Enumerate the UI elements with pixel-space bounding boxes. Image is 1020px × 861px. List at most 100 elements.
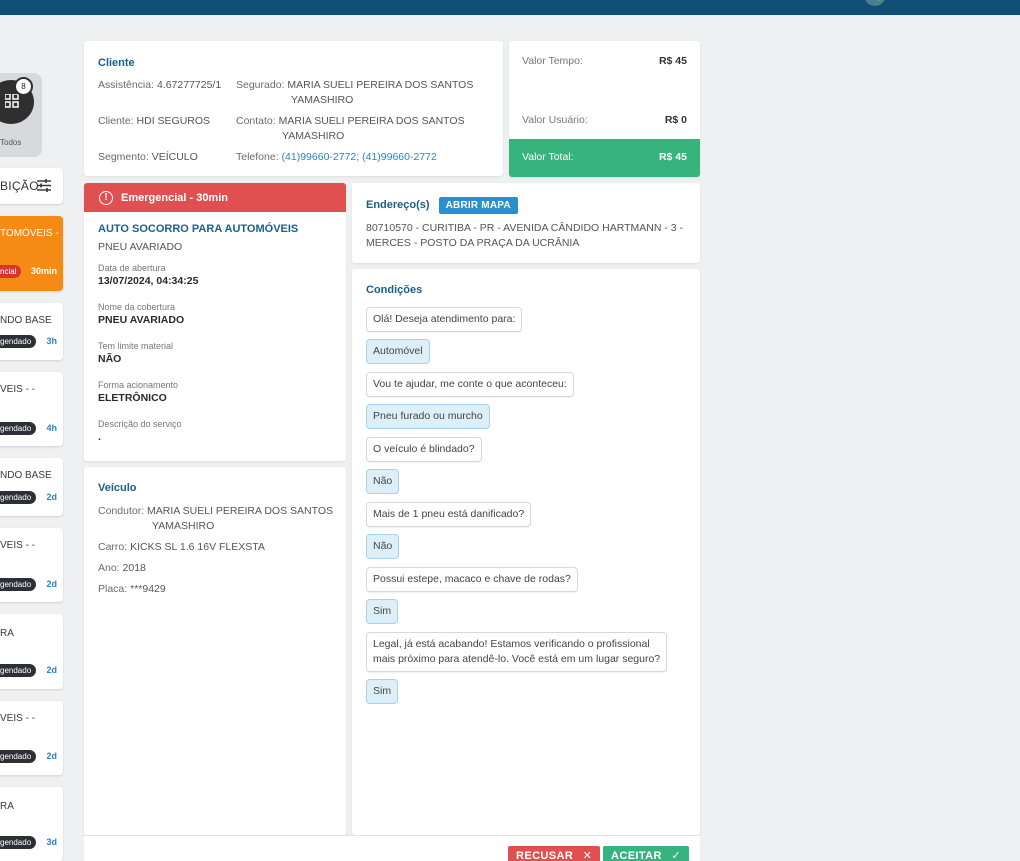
list-item-title: VEIS - -: [0, 384, 36, 395]
placa-field: Placa: ***9429: [98, 583, 166, 595]
list-item-time: 3d: [46, 837, 57, 847]
carro-field: Carro: KICKS SL 1.6 16V FLEXSTA: [98, 541, 265, 553]
telefone-link[interactable]: (41)99660-2772; (41)99660-2772: [282, 151, 437, 163]
status-badge: gendado: [0, 491, 37, 504]
endereco-line1: 80710570 - CURITIBA - PR - AVENIDA CÂNDI…: [366, 222, 684, 234]
segmento-field: Segmento: VEÍCULO: [98, 151, 198, 163]
veiculo-title: Veículo: [98, 482, 137, 494]
endereco-line2: MERCES - POSTO DA PRAÇA DA UCRÂNIA: [366, 237, 580, 249]
list-item-title: NDO BASE: [0, 470, 52, 481]
list-item-time: 2d: [46, 579, 57, 589]
list-item-time: 2d: [46, 665, 57, 675]
endereco-title: Endereço(s): [366, 199, 430, 211]
servico-panel: ! Emergencial - 30min AUTO SOCORRO PARA …: [84, 183, 346, 461]
servico-field: Nome da cobertura PNEU AVARIADO: [98, 302, 185, 326]
endereco-panel: Endereço(s) ABRIR MAPA 80710570 - CURITI…: [352, 183, 700, 263]
servico-tipo: AUTO SOCORRO PARA AUTOMÓVEIS: [98, 223, 299, 235]
list-item-title: RA: [0, 801, 14, 812]
valor-usuario-label: Valor Usuário:: [522, 114, 588, 126]
veiculo-panel: Veículo Condutor: MARIA SUELI PEREIRA DO…: [84, 467, 346, 835]
contato-field: Contato: MARIA SUELI PEREIRA DOS SANTOS: [236, 115, 465, 127]
servico-subtipo: PNEU AVARIADO: [98, 241, 183, 253]
servico-field: Data de abertura 13/07/2024, 04:34:25: [98, 263, 199, 287]
aceitar-button[interactable]: ACEITAR ✓: [603, 846, 689, 861]
condutor-field: Condutor: MARIA SUELI PEREIRA DOS SANTOS: [98, 505, 333, 517]
valor-total-value: R$ 45: [658, 151, 687, 163]
contato-field-line2: YAMASHIRO: [282, 130, 345, 142]
chat-answer: Sim: [366, 599, 399, 624]
condicoes-panel: Condições Olá! Deseja atendimento para: …: [352, 269, 700, 835]
chat-question: Legal, já está acabando! Estamos verific…: [366, 632, 668, 672]
todos-count-badge: 8: [14, 77, 33, 96]
cliente-panel: Cliente Assistência: 4.67277725/1 Client…: [84, 41, 503, 176]
abrir-mapa-button[interactable]: ABRIR MAPA: [438, 197, 518, 214]
list-item[interactable]: NDO BASE gendado 3h: [0, 303, 63, 360]
list-item-time: 4h: [46, 423, 57, 433]
assistencia-field: Assistência: 4.67277725/1: [98, 79, 222, 91]
valor-usuario-row: Valor Usuário: R$ 0: [509, 100, 700, 136]
status-badge: gendado: [0, 578, 37, 591]
chat-question: Vou te ajudar, me conte o que aconteceu:: [366, 372, 574, 397]
list-item-title: VEIS - -: [0, 713, 36, 724]
ano-field: Ano: 2018: [98, 562, 146, 574]
status-badge: gendado: [0, 836, 37, 849]
chat-answer: Não: [366, 534, 400, 559]
top-header-bar: [0, 0, 1020, 15]
sliders-icon[interactable]: [37, 179, 51, 192]
valor-tempo-row: Valor Tempo: R$ 45: [509, 41, 700, 77]
list-item-title: VEIS - -: [0, 540, 36, 551]
telefone-field: Telefone: (41)99660-2772; (41)99660-2772: [236, 151, 437, 163]
servico-field: Tem limite material NÃO: [98, 341, 174, 365]
list-item[interactable]: VEIS - - gendado 2d: [0, 701, 63, 775]
segurado-field: Segurado: MARIA SUELI PEREIRA DOS SANTOS: [236, 79, 474, 91]
list-item[interactable]: RA gendado 2d: [0, 614, 63, 689]
status-badge: gendado: [0, 664, 37, 677]
info-icon: !: [99, 191, 113, 205]
servico-field: Descrição do serviço.: [98, 419, 182, 443]
valor-total-label: Valor Total:: [522, 151, 574, 163]
list-item[interactable]: NDO BASE gendado 2d: [0, 458, 63, 516]
cliente-field: Cliente: HDI SEGUROS: [98, 115, 211, 127]
recusar-button[interactable]: RECUSAR ✕: [508, 846, 601, 861]
condutor-field-line2: YAMASHIRO: [152, 520, 215, 532]
urgencia-label: Emergencial - 30min: [121, 192, 228, 204]
sort-filter-bar[interactable]: BIÇÃO: [0, 168, 63, 204]
condicoes-title: Condições: [366, 284, 423, 296]
status-badge: gendado: [0, 335, 37, 348]
chat-answer: Não: [366, 469, 400, 494]
chat-question: O veículo é blindado?: [366, 437, 482, 462]
list-item-title: NDO BASE: [0, 315, 52, 326]
list-item-time: 2d: [46, 751, 57, 761]
list-item-time: 2d: [46, 492, 57, 502]
valor-usuario-value: R$ 0: [664, 114, 687, 126]
chat-question: Mais de 1 pneu está danificado?: [366, 502, 532, 527]
chat-answer: Sim: [366, 679, 399, 704]
user-avatar-icon[interactable]: [864, 0, 886, 6]
list-item-title: TOMÓVEIS -: [0, 228, 59, 239]
list-item[interactable]: TOMÓVEIS - ncial 30min: [0, 216, 63, 291]
list-item-time: 30min: [30, 266, 57, 276]
list-item-title: RA: [0, 628, 14, 639]
status-badge: gendado: [0, 422, 37, 435]
chat-answer: Pneu furado ou murcho: [366, 404, 490, 429]
todos-label: Todos: [0, 138, 22, 147]
status-badge: ncial: [0, 265, 22, 278]
close-icon: ✕: [582, 850, 593, 861]
chat-question: Olá! Deseja atendimento para:: [366, 307, 523, 332]
list-item-time: 3h: [46, 336, 57, 346]
valores-panel: Valor Tempo: R$ 45 Valor Usuário: R$ 0 V…: [509, 41, 700, 177]
urgencia-banner: ! Emergencial - 30min: [84, 183, 346, 212]
list-item[interactable]: VEIS - - gendado 2d: [0, 528, 63, 602]
valor-total-row: Valor Total: R$ 45: [509, 139, 700, 177]
chat-answer: Automóvel: [366, 339, 430, 364]
list-item[interactable]: VEIS - - gendado 4h: [0, 372, 63, 446]
chat-question: Possui estepe, macaco e chave de rodas?: [366, 567, 578, 592]
list-item[interactable]: RA gendado 3d: [0, 787, 63, 861]
valor-tempo-value: R$ 45: [658, 55, 687, 67]
sort-label: BIÇÃO: [0, 179, 39, 193]
valor-tempo-label: Valor Tempo:: [522, 55, 583, 67]
status-badge: gendado: [0, 750, 37, 763]
segurado-field-line2: YAMASHIRO: [291, 94, 354, 106]
cliente-title: Cliente: [98, 57, 135, 69]
check-icon: ✓: [671, 850, 681, 861]
